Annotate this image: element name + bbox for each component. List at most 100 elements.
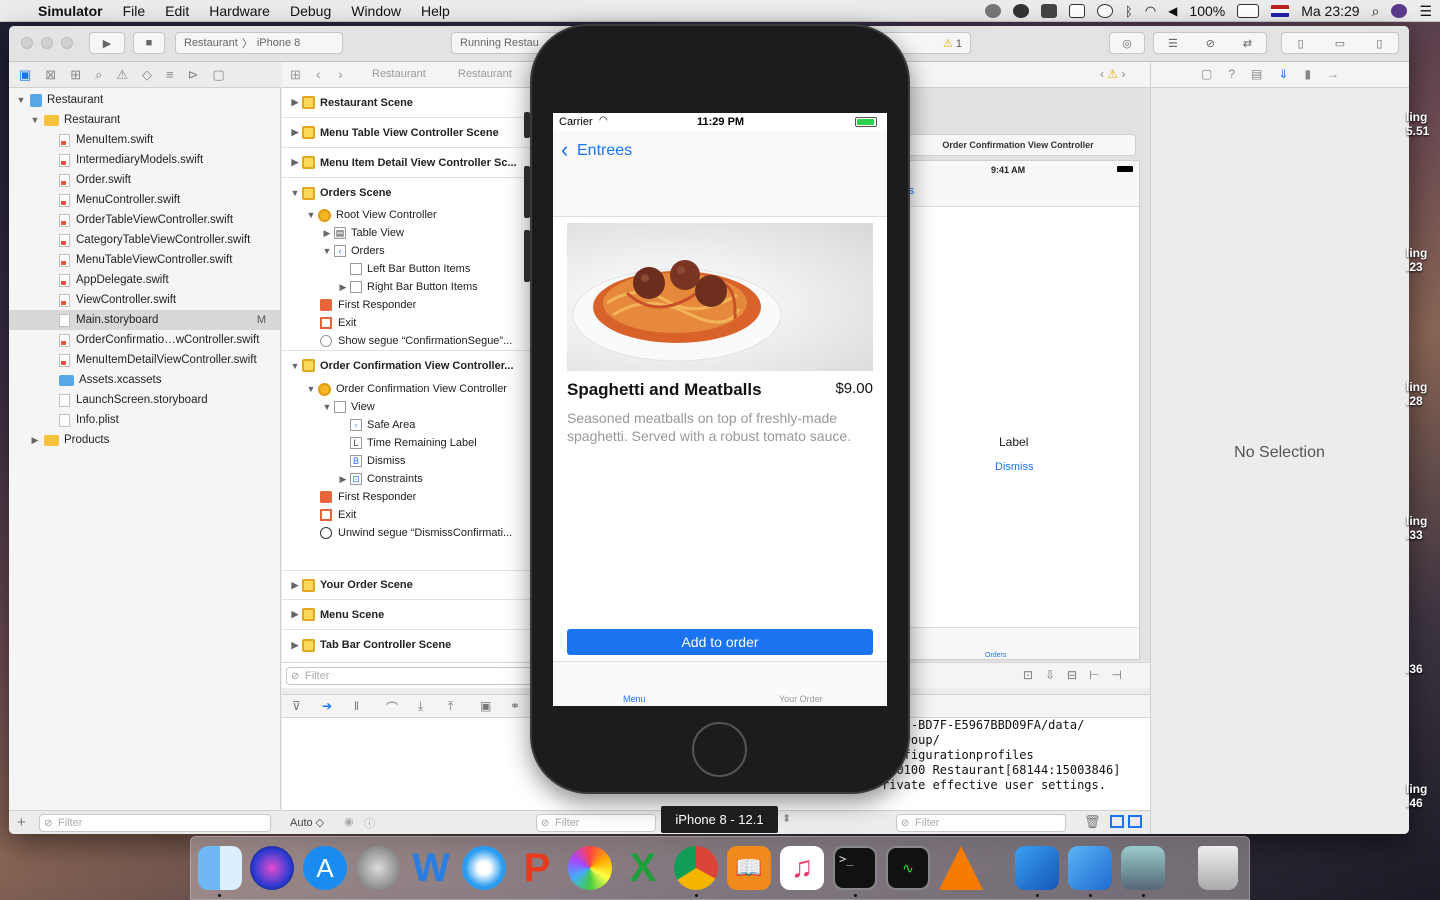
back-chevron-icon[interactable]: ‹ bbox=[561, 137, 568, 163]
identity-inspector-icon[interactable]: ▤ bbox=[1251, 67, 1278, 81]
outline-item[interactable]: ▶ Right Bar Button Items bbox=[282, 278, 541, 296]
outline-scene[interactable]: ▶ Menu Item Detail View Controller Sc... bbox=[282, 148, 541, 178]
split-left-icon[interactable] bbox=[1110, 815, 1124, 828]
airplay-icon[interactable] bbox=[1069, 4, 1086, 18]
align-icon[interactable]: ⊢ bbox=[1089, 668, 1111, 682]
desktop-label[interactable]: ling .28 bbox=[1406, 380, 1427, 408]
add-to-order-button[interactable]: Add to order bbox=[567, 629, 873, 655]
tab-menu[interactable]: Menu bbox=[623, 694, 646, 704]
outline-scene[interactable]: ▼ Order Confirmation View Controller... bbox=[282, 350, 541, 380]
layout-tools[interactable]: ⊡⇩⊟⊢⊣ bbox=[1023, 668, 1134, 682]
file-inspector-icon[interactable]: ▢ bbox=[1201, 67, 1228, 81]
stack-icon[interactable]: ⊟ bbox=[1067, 668, 1089, 682]
stepper-icon[interactable]: ⬍ bbox=[782, 812, 791, 825]
memory-graph-icon[interactable]: ⚭ bbox=[510, 699, 520, 713]
tab-your-order[interactable]: Your Order bbox=[779, 694, 823, 704]
list-item[interactable]: Info.plist bbox=[9, 410, 280, 430]
list-item[interactable]: MenuItemDetailViewController.swift bbox=[9, 350, 280, 370]
debug-toggle-icon[interactable]: ▭ bbox=[1335, 37, 1345, 50]
list-item[interactable]: OrderConfirmatio…wController.swift bbox=[9, 330, 280, 350]
list-item[interactable]: IntermediaryModels.swift bbox=[9, 150, 280, 170]
list-item[interactable]: OrderTableViewController.swift bbox=[9, 210, 280, 230]
disclosure-closed-icon[interactable]: ▶ bbox=[288, 640, 302, 651]
console-output[interactable]: 4E6F-BD7F-E5967BBD09FA/data/emGroup/conf… bbox=[882, 718, 1150, 810]
outline-item[interactable]: ▶ ▤ Table View bbox=[282, 224, 541, 242]
outline-item[interactable]: ▼ Root View Controller bbox=[282, 206, 541, 224]
time-machine-icon[interactable] bbox=[1097, 4, 1114, 18]
list-item[interactable]: AppDelegate.swift bbox=[9, 270, 280, 290]
navigator-toggle-icon[interactable]: ▯ bbox=[1298, 37, 1304, 50]
disclosure-closed-icon[interactable]: ▶ bbox=[288, 97, 302, 108]
breadcrumb-item[interactable]: Restaurant bbox=[458, 68, 512, 80]
outline-scene[interactable]: ▶ Tab Bar Controller Scene bbox=[282, 630, 541, 660]
info-icon[interactable]: ⓘ bbox=[364, 815, 375, 831]
report-navigator-icon[interactable]: ▢ bbox=[213, 67, 225, 83]
notification-center-icon[interactable]: ☰ bbox=[1419, 3, 1432, 20]
disclosure-open-icon[interactable]: ▼ bbox=[304, 384, 318, 394]
outline-item[interactable]: Show segue “ConfirmationSegue”... bbox=[282, 332, 541, 350]
disclosure-open-icon[interactable]: ▼ bbox=[288, 361, 302, 371]
outline-item[interactable]: First Responder bbox=[282, 488, 541, 506]
source-control-icon[interactable]: ⊠ bbox=[45, 67, 56, 83]
scene-view[interactable]: 9:41 AM rs Label Dismiss Orders bbox=[900, 160, 1140, 660]
panel-toggle-control[interactable]: ▯ ▭ ▯ bbox=[1281, 32, 1399, 54]
xcode-icon[interactable] bbox=[1015, 846, 1059, 890]
cloud-upload-icon[interactable] bbox=[1041, 4, 1058, 18]
split-right-icon[interactable] bbox=[1128, 815, 1142, 828]
variables-filter-input[interactable]: Filter bbox=[536, 814, 656, 832]
outline-filter-input[interactable]: Filter bbox=[286, 667, 536, 685]
disclosure-open-icon[interactable]: ▼ bbox=[29, 115, 41, 125]
run-button[interactable]: ▶ bbox=[89, 32, 125, 54]
list-item[interactable]: LaunchScreen.storyboard bbox=[9, 390, 280, 410]
standard-editor-icon[interactable]: ☰ bbox=[1168, 37, 1178, 50]
help-inspector-icon[interactable]: ? bbox=[1228, 67, 1251, 81]
outline-item[interactable]: ▶ ⊡ Constraints bbox=[282, 470, 541, 488]
itunes-icon[interactable]: ♫ bbox=[780, 846, 824, 890]
mute-switch[interactable] bbox=[524, 112, 530, 138]
step-into-icon[interactable]: ⤓ bbox=[418, 699, 423, 714]
disclosure-closed-icon[interactable]: ▶ bbox=[336, 474, 350, 485]
chrome-icon[interactable] bbox=[674, 846, 718, 890]
desktop-label[interactable]: ling .46 bbox=[1406, 782, 1427, 810]
list-item[interactable]: MenuItem.swift bbox=[9, 130, 280, 150]
menu-file[interactable]: File bbox=[113, 3, 156, 19]
volume-up-button[interactable] bbox=[524, 166, 530, 218]
connections-inspector-icon[interactable]: → bbox=[1327, 67, 1355, 81]
creative-cloud-icon[interactable] bbox=[985, 4, 1002, 18]
disclosure-closed-icon[interactable]: ▶ bbox=[288, 580, 302, 591]
siri-icon[interactable] bbox=[1391, 4, 1408, 18]
system-preferences-icon[interactable] bbox=[356, 846, 400, 890]
scheme-selector[interactable]: Restaurant 〉 iPhone 8 bbox=[175, 32, 343, 54]
menu-debug[interactable]: Debug bbox=[280, 3, 341, 19]
close-window-button[interactable] bbox=[21, 37, 33, 49]
outline-item[interactable]: Left Bar Button Items bbox=[282, 260, 541, 278]
bluetooth-icon[interactable]: ᛒ bbox=[1125, 4, 1133, 19]
add-icon[interactable]: + bbox=[17, 814, 26, 831]
simulator-icon[interactable] bbox=[1068, 846, 1112, 890]
wifi-icon[interactable]: ◠ bbox=[1145, 3, 1156, 19]
siri-icon[interactable] bbox=[250, 846, 294, 890]
list-item[interactable]: ▼ Restaurant bbox=[9, 90, 280, 110]
trash-icon[interactable]: 🗑 bbox=[1084, 814, 1101, 830]
disclosure-closed-icon[interactable]: ▶ bbox=[288, 127, 302, 138]
terminal-icon[interactable]: >_ bbox=[833, 846, 877, 890]
step-over-icon[interactable]: ⌒ bbox=[386, 699, 398, 716]
app-store-icon[interactable]: A bbox=[303, 846, 347, 890]
outline-item[interactable]: ▼ View bbox=[282, 398, 541, 416]
outline-item[interactable]: First Responder bbox=[282, 296, 541, 314]
battery-icon[interactable] bbox=[1237, 4, 1260, 18]
disclosure-closed-icon[interactable]: ▶ bbox=[288, 157, 302, 168]
trash-icon[interactable] bbox=[1198, 846, 1238, 890]
list-item[interactable]: Assets.xcassets bbox=[9, 370, 280, 390]
size-inspector-icon[interactable]: ▮ bbox=[1304, 67, 1327, 81]
breakpoints-toggle-icon[interactable]: ➔ bbox=[322, 699, 332, 713]
disclosure-closed-icon[interactable]: ▶ bbox=[29, 435, 41, 446]
safari-icon[interactable] bbox=[462, 846, 506, 890]
variables-scope-select[interactable]: Auto ◇ bbox=[290, 816, 324, 829]
menu-window[interactable]: Window bbox=[341, 3, 411, 19]
zoom-window-button[interactable] bbox=[61, 37, 73, 49]
desktop-label[interactable]: ling .23 bbox=[1406, 246, 1427, 274]
vlc-icon[interactable] bbox=[939, 846, 983, 890]
list-item[interactable]: MenuTableViewController.swift bbox=[9, 250, 280, 270]
preview-icon[interactable] bbox=[1121, 846, 1165, 890]
